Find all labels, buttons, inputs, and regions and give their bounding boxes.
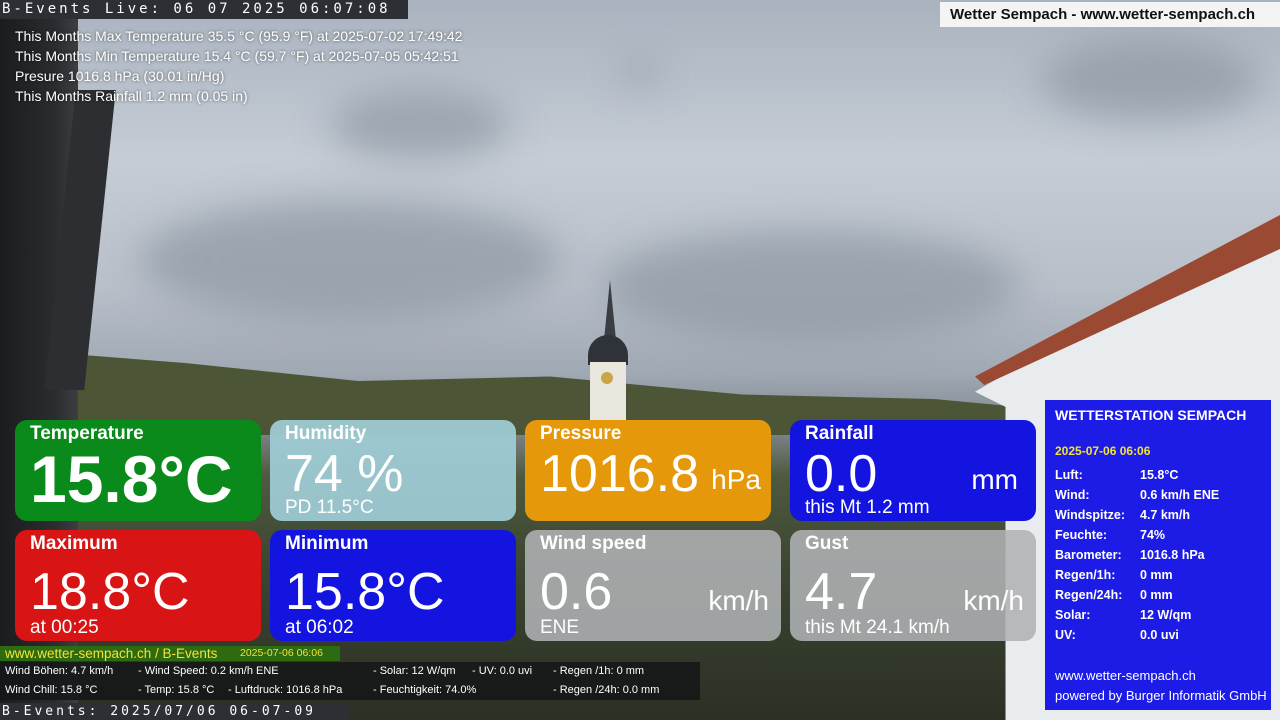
ticker-temp: - Temp: 15.8 °C bbox=[138, 684, 215, 696]
row-value: 74% bbox=[1140, 528, 1166, 542]
stat-min-temp: This Months Min Temperature 15.4 °C (59.… bbox=[15, 48, 459, 64]
row-key: Barometer: bbox=[1055, 548, 1122, 562]
row-key: Wind: bbox=[1055, 488, 1090, 502]
station-row: UV: 0.0 uvi bbox=[1055, 628, 1265, 648]
gust-month: this Mt 24.1 km/h bbox=[805, 617, 950, 638]
pressure-value: 1016.8 bbox=[540, 445, 700, 503]
tile-title: Pressure bbox=[540, 423, 622, 444]
row-key: Regen/1h: bbox=[1055, 568, 1116, 582]
ticker-site: www.wetter-sempach.ch / B-Events bbox=[5, 646, 218, 661]
tile-title: Humidity bbox=[285, 423, 367, 444]
row-value: 4.7 km/h bbox=[1140, 508, 1191, 522]
row-value: 0.6 km/h ENE bbox=[1140, 488, 1220, 502]
ticker-humidity: - Feuchtigkeit: 74.0% bbox=[373, 684, 477, 696]
station-title: WETTERSTATION SEMPACH bbox=[1055, 407, 1247, 423]
ticker-wind-speed: - Wind Speed: 0.2 km/h ENE bbox=[138, 665, 279, 677]
bottom-timestamp: B-Events: 2025/07/06 06-07-09 bbox=[0, 703, 350, 720]
station-row: Regen/1h: 0 mm bbox=[1055, 568, 1265, 588]
monthly-stats: This Months Max Temperature 35.5 °C (95.… bbox=[15, 26, 463, 106]
row-value: 12 W/qm bbox=[1140, 608, 1192, 622]
wind-direction: ENE bbox=[540, 617, 580, 638]
row-key: UV: bbox=[1055, 628, 1076, 642]
ticker-pressure: - Luftdruck: 1016.8 hPa bbox=[228, 684, 343, 696]
wind-speed-unit: km/h bbox=[708, 585, 769, 616]
gust-tile: Gust 4.7 km/h this Mt 24.1 km/h bbox=[790, 530, 1036, 641]
row-value: 0.0 uvi bbox=[1140, 628, 1179, 642]
row-key: Regen/24h: bbox=[1055, 588, 1123, 602]
row-value: 15.8°C bbox=[1140, 468, 1179, 482]
church-tower bbox=[588, 280, 628, 432]
station-footer-credit: powered by Burger Informatik GmbH bbox=[1055, 688, 1267, 703]
rainfall-unit: mm bbox=[971, 464, 1018, 495]
station-row: Feuchte: 74% bbox=[1055, 528, 1265, 548]
cloud bbox=[620, 60, 660, 85]
pressure-unit: hPa bbox=[711, 464, 761, 495]
humidity-value: 74 % bbox=[285, 445, 404, 503]
row-key: Windspitze: bbox=[1055, 508, 1126, 522]
gust-value: 4.7 bbox=[805, 563, 878, 621]
station-row: Luft: 15.8°C bbox=[1055, 468, 1265, 488]
row-value: 0 mm bbox=[1140, 588, 1173, 602]
ticker-wind-gust: Wind Böhen: 4.7 km/h bbox=[5, 665, 114, 677]
pressure-tile: Pressure 1016.8 hPa bbox=[525, 420, 771, 521]
tile-title: Gust bbox=[805, 533, 849, 554]
station-row: Barometer: 1016.8 hPa bbox=[1055, 548, 1265, 568]
humidity-tile: Humidity 74 % PD 11.5°C bbox=[270, 420, 516, 521]
temperature-tile: Temperature 15.8°C bbox=[15, 420, 261, 521]
row-key: Feuchte: bbox=[1055, 528, 1108, 542]
rainfall-value: 0.0 bbox=[805, 445, 878, 503]
tile-title: Maximum bbox=[30, 533, 118, 554]
station-date: 2025-07-06 06:06 bbox=[1055, 444, 1151, 458]
rainfall-tile: Rainfall 0.0 mm this Mt 1.2 mm bbox=[790, 420, 1036, 521]
maximum-tile: Maximum 18.8°C at 00:25 bbox=[15, 530, 261, 641]
minimum-time: at 06:02 bbox=[285, 617, 354, 638]
stat-pressure: Presure 1016.8 hPa (30.01 in/Hg) bbox=[15, 68, 225, 84]
station-row: Wind: 0.6 km/h ENE bbox=[1055, 488, 1265, 508]
tile-title: Wind speed bbox=[540, 533, 647, 554]
ticker-rain-1h: - Regen /1h: 0 mm bbox=[553, 665, 645, 677]
cloud bbox=[140, 200, 560, 320]
station-footer-site: www.wetter-sempach.ch bbox=[1055, 668, 1196, 683]
live-timestamp: B-Events Live: 06 07 2025 06:07:08 bbox=[0, 0, 408, 19]
row-value: 0 mm bbox=[1140, 568, 1173, 582]
minimum-value: 15.8°C bbox=[285, 563, 445, 621]
ticker-header: www.wetter-sempach.ch / B-Events 2025-07… bbox=[0, 646, 340, 661]
station-panel: WETTERSTATION SEMPACH 2025-07-06 06:06 L… bbox=[1045, 400, 1271, 710]
maximum-time: at 00:25 bbox=[30, 617, 99, 638]
station-row: Solar: 12 W/qm bbox=[1055, 608, 1265, 628]
rainfall-month: this Mt 1.2 mm bbox=[805, 497, 930, 518]
ticker-rain-24h: - Regen /24h: 0.0 mm bbox=[553, 684, 660, 696]
ticker-uv: - UV: 0.0 uvi bbox=[472, 665, 533, 677]
cloud bbox=[1040, 40, 1260, 120]
ticker-wind-chill: Wind Chill: 15.8 °C bbox=[5, 684, 98, 696]
tile-title: Minimum bbox=[285, 533, 369, 554]
stat-rainfall: This Months Rainfall 1.2 mm (0.05 in) bbox=[15, 88, 248, 104]
gust-unit: km/h bbox=[963, 585, 1024, 616]
stat-max-temp: This Months Max Temperature 35.5 °C (95.… bbox=[15, 28, 463, 44]
site-title: Wetter Sempach - www.wetter-sempach.ch bbox=[940, 2, 1280, 27]
row-key: Luft: bbox=[1055, 468, 1083, 482]
cloud bbox=[600, 230, 1020, 340]
ticker-body: Wind Böhen: 4.7 km/h - Wind Speed: 0.2 k… bbox=[0, 662, 700, 700]
maximum-value: 18.8°C bbox=[30, 563, 190, 621]
wind-speed-value: 0.6 bbox=[540, 563, 613, 621]
row-key: Solar: bbox=[1055, 608, 1091, 622]
ticker-date: 2025-07-06 06:06 bbox=[240, 647, 323, 659]
station-row: Windspitze: 4.7 km/h bbox=[1055, 508, 1265, 528]
minimum-tile: Minimum 15.8°C at 06:02 bbox=[270, 530, 516, 641]
temperature-value: 15.8°C bbox=[30, 442, 233, 516]
dew-point: PD 11.5°C bbox=[285, 497, 374, 518]
wind-speed-tile: Wind speed 0.6 km/h ENE bbox=[525, 530, 781, 641]
ticker-solar: - Solar: 12 W/qm bbox=[373, 665, 456, 677]
tile-title: Rainfall bbox=[805, 423, 874, 444]
station-row: Regen/24h: 0 mm bbox=[1055, 588, 1265, 608]
row-value: 1016.8 hPa bbox=[1140, 548, 1205, 562]
